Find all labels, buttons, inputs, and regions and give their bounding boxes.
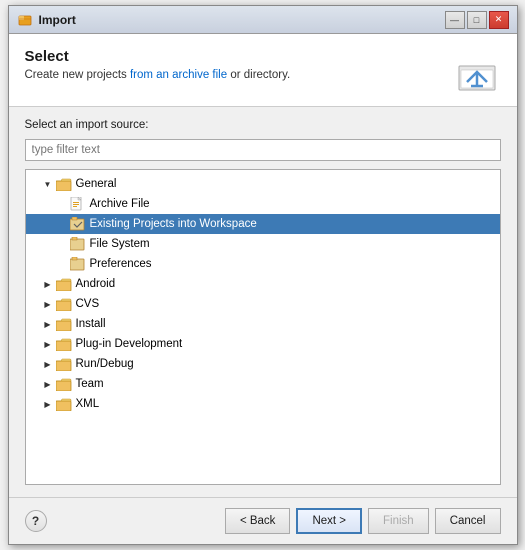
- tree-label-existing-projects: Existing Projects into Workspace: [90, 218, 257, 230]
- toggle-xml[interactable]: [42, 398, 54, 410]
- source-label: Select an import source:: [25, 119, 501, 131]
- tree-item-existing-projects[interactable]: Existing Projects into Workspace: [26, 214, 500, 234]
- tree-item-cvs[interactable]: CVS: [26, 294, 500, 314]
- tree-label-archive-file: Archive File: [90, 198, 150, 210]
- tree-item-file-system[interactable]: File System: [26, 234, 500, 254]
- leaf-icon-file-system: [70, 237, 86, 251]
- toggle-install[interactable]: [42, 318, 54, 330]
- footer-buttons: < Back Next > Finish Cancel: [225, 508, 501, 534]
- leaf-icon-archive-file: [70, 197, 86, 211]
- tree-item-xml[interactable]: XML: [26, 394, 500, 414]
- tree-item-android[interactable]: Android: [26, 274, 500, 294]
- finish-button[interactable]: Finish: [368, 508, 429, 534]
- restore-button[interactable]: □: [467, 11, 487, 29]
- titlebar: Import — □ ✕: [9, 6, 517, 34]
- tree-item-preferences[interactable]: Preferences: [26, 254, 500, 274]
- next-button[interactable]: Next >: [296, 508, 362, 534]
- folder-icon-xml: [56, 397, 72, 411]
- tree-label-xml: XML: [76, 398, 100, 410]
- toggle-run-debug[interactable]: [42, 358, 54, 370]
- folder-icon-general: [56, 177, 72, 191]
- folder-icon-plugin-dev: [56, 337, 72, 351]
- leaf-icon-existing-projects: [70, 217, 86, 231]
- page-title: Select: [25, 48, 291, 65]
- tree-item-run-debug[interactable]: Run/Debug: [26, 354, 500, 374]
- tree-label-file-system: File System: [90, 238, 150, 250]
- content: Select an import source: General: [9, 107, 517, 497]
- tree-item-archive-file[interactable]: Archive File: [26, 194, 500, 214]
- leaf-icon-preferences: [70, 257, 86, 271]
- tree-container: General Archive File: [25, 169, 501, 485]
- folder-icon-team: [56, 377, 72, 391]
- subtitle-plain: Create new projects: [25, 69, 130, 81]
- close-button[interactable]: ✕: [489, 11, 509, 29]
- window-title: Import: [39, 13, 445, 27]
- window-controls: — □ ✕: [445, 11, 509, 29]
- tree-label-preferences: Preferences: [90, 258, 152, 270]
- import-dialog: Import — □ ✕ Select Create new projects …: [8, 5, 518, 545]
- toggle-plugin-dev[interactable]: [42, 338, 54, 350]
- help-button[interactable]: ?: [25, 510, 47, 532]
- header-icon: [453, 48, 501, 96]
- back-button[interactable]: < Back: [225, 508, 290, 534]
- tree-label-cvs: CVS: [76, 298, 100, 310]
- tree-label-plugin-dev: Plug-in Development: [76, 338, 183, 350]
- window-icon: [17, 12, 33, 28]
- header-text: Select Create new projects from an archi…: [25, 48, 291, 81]
- toggle-general[interactable]: [42, 178, 54, 190]
- folder-icon-install: [56, 317, 72, 331]
- tree-label-android: Android: [76, 278, 116, 290]
- footer-left: ?: [25, 510, 47, 532]
- page-subtitle: Create new projects from an archive file…: [25, 69, 291, 81]
- folder-icon-cvs: [56, 297, 72, 311]
- folder-icon-android: [56, 277, 72, 291]
- folder-icon-run-debug: [56, 357, 72, 371]
- tree-label-general: General: [76, 178, 117, 190]
- tree-item-team[interactable]: Team: [26, 374, 500, 394]
- toggle-team[interactable]: [42, 378, 54, 390]
- tree-label-install: Install: [76, 318, 106, 330]
- subtitle-end: or directory.: [227, 69, 290, 81]
- header: Select Create new projects from an archi…: [9, 34, 517, 107]
- footer: ? < Back Next > Finish Cancel: [9, 497, 517, 544]
- subtitle-link[interactable]: from an archive file: [130, 69, 227, 81]
- toggle-cvs[interactable]: [42, 298, 54, 310]
- filter-input[interactable]: [25, 139, 501, 161]
- tree-item-general[interactable]: General: [26, 174, 500, 194]
- minimize-button[interactable]: —: [445, 11, 465, 29]
- cancel-button[interactable]: Cancel: [435, 508, 501, 534]
- tree-label-run-debug: Run/Debug: [76, 358, 134, 370]
- tree-item-install[interactable]: Install: [26, 314, 500, 334]
- tree-label-team: Team: [76, 378, 104, 390]
- toggle-android[interactable]: [42, 278, 54, 290]
- tree-item-plugin-dev[interactable]: Plug-in Development: [26, 334, 500, 354]
